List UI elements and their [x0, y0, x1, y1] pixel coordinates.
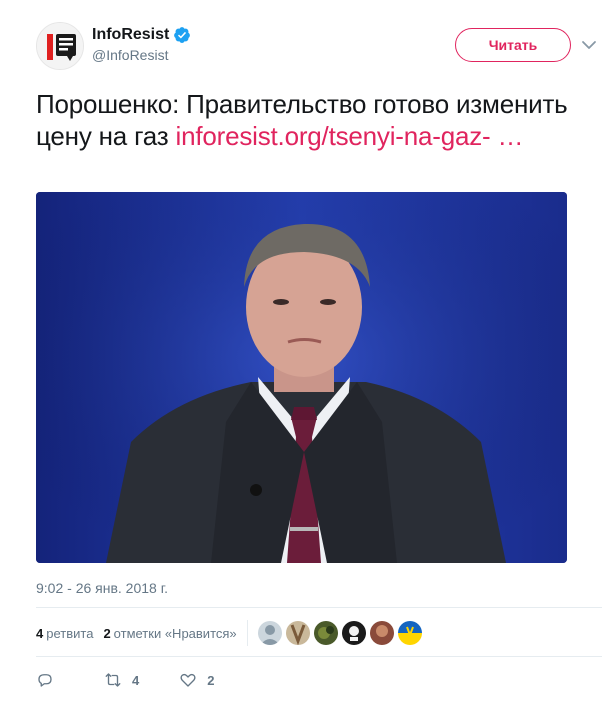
inforesist-logo-icon — [37, 23, 83, 69]
liker-avatar-default-icon[interactable] — [257, 621, 282, 645]
stats-separator — [246, 620, 248, 646]
liker-avatar-2-icon[interactable] — [285, 621, 310, 645]
liker-avatar-6-icon[interactable] — [397, 621, 422, 645]
liker-avatar-5-icon[interactable] — [369, 621, 394, 645]
follow-button[interactable]: Читать — [455, 28, 571, 62]
retweet-button[interactable]: 4 — [104, 671, 139, 689]
divider-top — [36, 607, 602, 608]
retweets-stat[interactable]: 4 ретвита — [36, 626, 93, 641]
tweet-timestamp[interactable]: 9:02 - 26 янв. 2018 г. — [36, 580, 168, 596]
author-avatar[interactable] — [36, 22, 84, 70]
divider-bottom — [36, 656, 602, 657]
liker-avatar-3-icon[interactable] — [313, 621, 338, 645]
tweet-stats: 4 ретвита 2 отметки «Нравится» — [36, 618, 602, 648]
photo-of-man-in-suit-icon — [36, 192, 567, 563]
verified-badge-icon — [174, 27, 191, 43]
author-info: InfoResist @InfoResist — [92, 26, 191, 63]
reply-button[interactable] — [36, 671, 64, 689]
tweet-photo[interactable] — [36, 192, 567, 563]
retweet-icon — [105, 673, 121, 687]
likes-label: отметки «Нравится» — [113, 625, 237, 641]
like-button[interactable]: 2 — [179, 671, 214, 689]
tweet-header: InfoResist @InfoResist Читать — [36, 22, 602, 72]
liker-avatars — [257, 621, 422, 645]
tweet-link[interactable]: inforesist.org/tsenyi-na-gaz- … — [176, 121, 524, 151]
heart-icon — [180, 673, 196, 687]
likes-count: 2 — [103, 625, 111, 641]
chevron-down-icon[interactable] — [580, 36, 598, 54]
tweet-text: Порошенко: Правительство готово изменить… — [36, 88, 596, 152]
author-handle[interactable]: @InfoResist — [92, 47, 191, 63]
retweets-count: 4 — [36, 625, 44, 641]
liker-avatar-4-icon[interactable] — [341, 621, 366, 645]
reply-icon — [38, 674, 52, 687]
like-count: 2 — [207, 672, 215, 688]
tweet-actions: 4 2 — [36, 668, 254, 692]
retweet-count: 4 — [132, 672, 140, 688]
author-display-name[interactable]: InfoResist — [92, 26, 169, 44]
likes-stat[interactable]: 2 отметки «Нравится» — [103, 626, 236, 641]
retweets-label: ретвита — [46, 625, 94, 641]
